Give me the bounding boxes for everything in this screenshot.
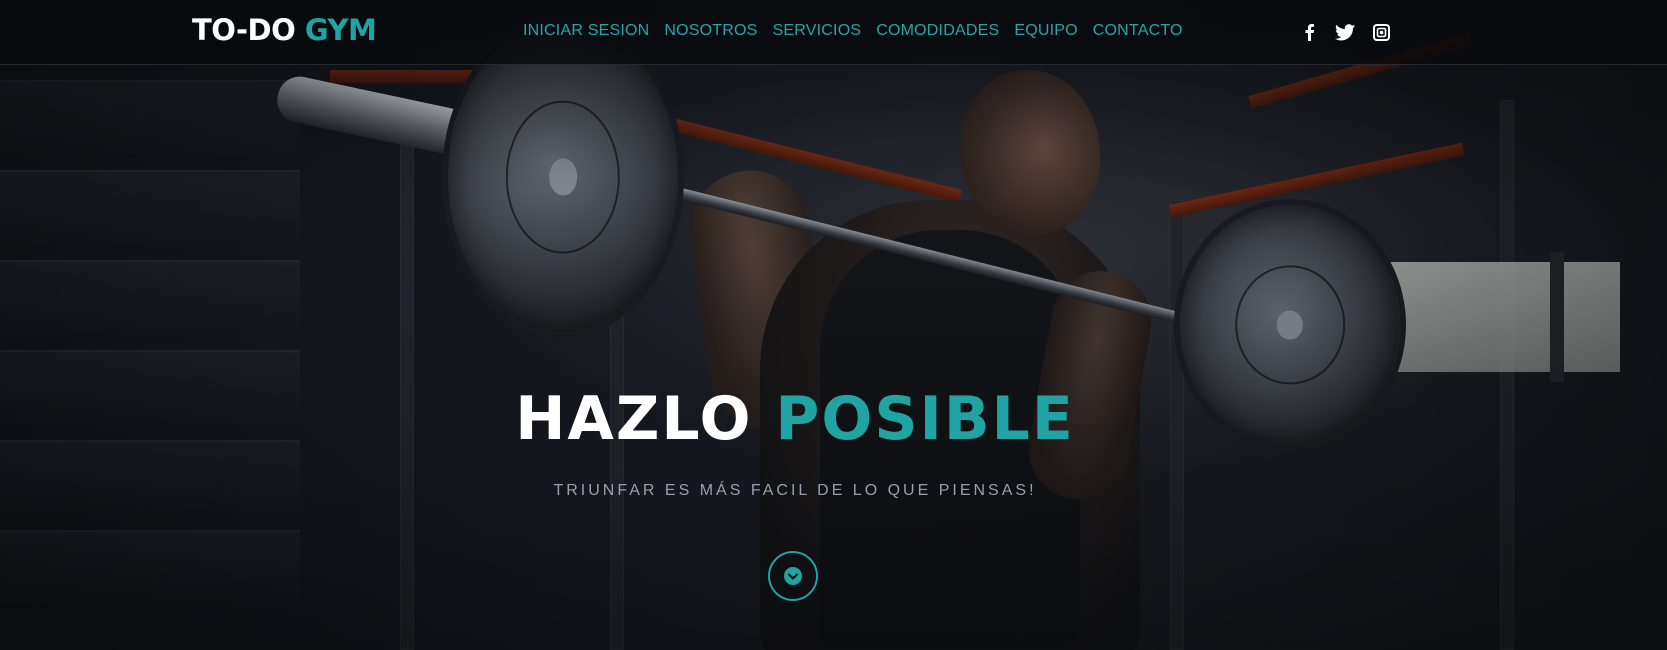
hero-subtitle: TRIUNFAR ES MÁS FACIL DE LO QUE PIENSAS! bbox=[553, 482, 1037, 499]
hero-title-part2: POSIBLE bbox=[775, 384, 1075, 454]
nav-link-servicios[interactable]: SERVICIOS bbox=[773, 22, 862, 40]
nav-menu: INICIAR SESION NOSOTROS SERVICIOS COMODI… bbox=[523, 22, 1183, 40]
nav-link-nosotros[interactable]: NOSOTROS bbox=[664, 22, 757, 40]
nav-link-comodidades[interactable]: COMODIDADES bbox=[876, 22, 999, 40]
page: TO-DO GYM INICIAR SESION NOSOTROS SERVIC… bbox=[0, 0, 1667, 650]
brand-logo[interactable]: TO-DO GYM bbox=[192, 13, 377, 47]
nav-link-equipo[interactable]: EQUIPO bbox=[1014, 22, 1077, 40]
brand-name-part1: TO-DO bbox=[192, 13, 296, 47]
nav-link-contacto[interactable]: CONTACTO bbox=[1093, 22, 1183, 40]
facebook-icon[interactable] bbox=[1298, 21, 1320, 43]
hero-title-part1: HAZLO bbox=[515, 384, 753, 454]
twitter-icon[interactable] bbox=[1334, 21, 1356, 43]
top-navbar: TO-DO GYM INICIAR SESION NOSOTROS SERVIC… bbox=[0, 0, 1667, 65]
nav-link-iniciar-sesion[interactable]: INICIAR SESION bbox=[523, 22, 649, 40]
brand-name-part2: GYM bbox=[304, 13, 377, 47]
hero-background-image bbox=[0, 0, 1667, 650]
chevron-down-icon bbox=[784, 567, 802, 585]
hero-title: HAZLO POSIBLE bbox=[0, 384, 1590, 454]
instagram-icon[interactable] bbox=[1370, 21, 1392, 43]
social-links bbox=[1298, 21, 1392, 43]
scroll-down-button[interactable] bbox=[768, 551, 818, 601]
